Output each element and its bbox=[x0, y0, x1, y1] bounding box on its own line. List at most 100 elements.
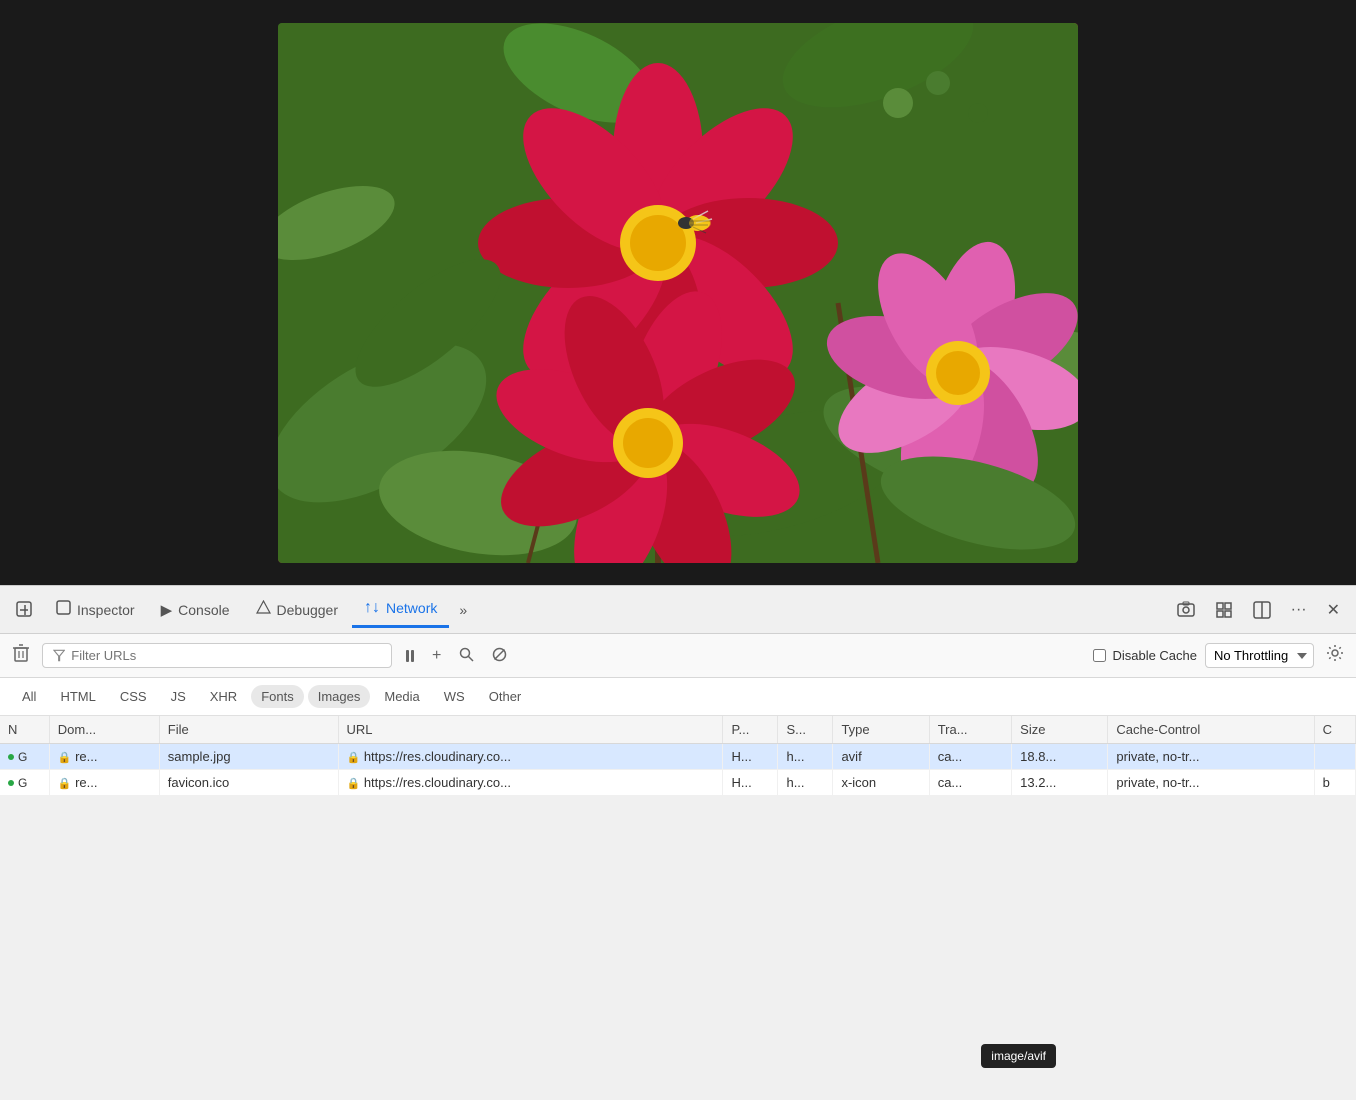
filter-images[interactable]: Images bbox=[308, 685, 371, 708]
screenshot-button[interactable] bbox=[1169, 595, 1203, 625]
status-dot bbox=[8, 754, 14, 760]
debugger-icon bbox=[256, 600, 271, 619]
col-file: File bbox=[159, 716, 338, 744]
filter-icon bbox=[53, 649, 65, 662]
row-domain: 🔒 re... bbox=[49, 744, 159, 770]
browser-viewport bbox=[0, 0, 1356, 585]
row-url: 🔒 https://res.cloudinary.co... bbox=[338, 744, 723, 770]
frame-button[interactable] bbox=[1207, 595, 1241, 625]
row-size: 18.8... bbox=[1012, 744, 1108, 770]
toolbar-right-controls: ··· ✕ bbox=[1169, 594, 1348, 626]
disable-cache-checkbox[interactable] bbox=[1093, 649, 1106, 662]
more-options-button[interactable]: ··· bbox=[1283, 595, 1315, 625]
filter-bar: + Disable Cache No Throttling Sl bbox=[0, 634, 1356, 678]
col-c: C bbox=[1314, 716, 1355, 744]
status-dot bbox=[8, 780, 14, 786]
more-tabs-button[interactable]: » bbox=[451, 596, 475, 624]
col-p: P... bbox=[723, 716, 778, 744]
row-cache-2: private, no-tr... bbox=[1108, 770, 1314, 796]
filter-css[interactable]: CSS bbox=[110, 685, 157, 708]
network-icon: ↑↓ bbox=[364, 599, 380, 617]
col-cache: Cache-Control bbox=[1108, 716, 1314, 744]
layout-button[interactable] bbox=[1245, 595, 1279, 625]
console-icon: ▶ bbox=[161, 601, 173, 619]
throttle-select[interactable]: No Throttling Slow 3G Fast 3G Offline bbox=[1205, 643, 1314, 668]
col-size: Size bbox=[1012, 716, 1108, 744]
filter-all[interactable]: All bbox=[12, 685, 46, 708]
disable-cache-label[interactable]: Disable Cache bbox=[1093, 648, 1197, 663]
filter-fonts[interactable]: Fonts bbox=[251, 685, 304, 708]
filter-other[interactable]: Other bbox=[479, 685, 532, 708]
filter-media[interactable]: Media bbox=[374, 685, 429, 708]
search-button[interactable] bbox=[453, 643, 480, 669]
row-p: H... bbox=[723, 744, 778, 770]
close-icon: ✕ bbox=[1327, 600, 1340, 620]
row-type-2: x-icon bbox=[833, 770, 929, 796]
row-cache: private, no-tr... bbox=[1108, 744, 1314, 770]
webpage-content bbox=[278, 23, 1078, 563]
devtools-panel: Inspector ▶ Console Debugger ↑↓ Network … bbox=[0, 585, 1356, 1100]
devtools-toolbar: Inspector ▶ Console Debugger ↑↓ Network … bbox=[0, 586, 1356, 634]
gear-icon bbox=[1326, 644, 1344, 662]
row-domain: 🔒 re... bbox=[49, 770, 159, 796]
clear-button[interactable] bbox=[8, 639, 34, 672]
block-button[interactable] bbox=[486, 643, 513, 669]
lock-icon: 🔒 bbox=[58, 752, 72, 764]
col-tra: Tra... bbox=[929, 716, 1011, 744]
disable-cache-text: Disable Cache bbox=[1112, 648, 1197, 663]
row-p-2: H... bbox=[723, 770, 778, 796]
row-file: sample.jpg bbox=[159, 744, 338, 770]
console-label: Console bbox=[178, 602, 229, 618]
row-type: avif bbox=[833, 744, 929, 770]
tab-debugger[interactable]: Debugger bbox=[244, 592, 351, 627]
row-s: h... bbox=[778, 744, 833, 770]
tab-console[interactable]: ▶ Console bbox=[149, 593, 242, 627]
filter-ws[interactable]: WS bbox=[434, 685, 475, 708]
pause-icon bbox=[406, 650, 414, 662]
inspect-element-button[interactable] bbox=[8, 595, 42, 625]
type-filter-row: All HTML CSS JS XHR Fonts Images Media W… bbox=[0, 678, 1356, 716]
block-icon bbox=[492, 647, 507, 662]
filter-input[interactable] bbox=[71, 648, 381, 663]
table-row[interactable]: G 🔒 re... favicon.ico 🔒 https://res.clou… bbox=[0, 770, 1356, 796]
row-c-2: b bbox=[1314, 770, 1355, 796]
filter-input-wrap[interactable] bbox=[42, 643, 392, 668]
network-label: Network bbox=[386, 600, 437, 616]
table-row[interactable]: G 🔒 re... sample.jpg 🔒 https://res.cloud… bbox=[0, 744, 1356, 770]
row-status: G bbox=[0, 770, 49, 796]
row-file-2: favicon.ico bbox=[159, 770, 338, 796]
inspector-icon bbox=[56, 600, 71, 619]
row-s-2: h... bbox=[778, 770, 833, 796]
add-icon: + bbox=[432, 647, 441, 664]
inspector-label: Inspector bbox=[77, 602, 135, 618]
lock-icon-4: 🔒 bbox=[347, 778, 361, 790]
tab-inspector[interactable]: Inspector bbox=[44, 592, 147, 627]
row-tra-2: ca... bbox=[929, 770, 1011, 796]
settings-button[interactable] bbox=[1322, 640, 1348, 671]
table-header-row: N Dom... File URL P... S... Type Tra... … bbox=[0, 716, 1356, 744]
col-type: Type bbox=[833, 716, 929, 744]
network-table-wrap: N Dom... File URL P... S... Type Tra... … bbox=[0, 716, 1356, 1100]
more-options-icon: ··· bbox=[1291, 601, 1307, 619]
add-button[interactable]: + bbox=[426, 643, 447, 669]
network-table[interactable]: N Dom... File URL P... S... Type Tra... … bbox=[0, 716, 1356, 796]
mime-type-tooltip: image/avif bbox=[981, 1044, 1056, 1068]
row-status: G bbox=[0, 744, 49, 770]
row-tra: ca... bbox=[929, 744, 1011, 770]
row-size-2: 13.2... bbox=[1012, 770, 1108, 796]
col-status: N bbox=[0, 716, 49, 744]
filter-js[interactable]: JS bbox=[161, 685, 196, 708]
close-button[interactable]: ✕ bbox=[1319, 594, 1348, 626]
row-url-2: 🔒 https://res.cloudinary.co... bbox=[338, 770, 723, 796]
pause-button[interactable] bbox=[400, 646, 420, 666]
filter-controls: + bbox=[400, 643, 513, 669]
lock-icon-3: 🔒 bbox=[58, 778, 72, 790]
search-icon bbox=[459, 647, 474, 662]
debugger-label: Debugger bbox=[277, 602, 339, 618]
row-c bbox=[1314, 744, 1355, 770]
lock-icon-2: 🔒 bbox=[347, 752, 361, 764]
filter-xhr[interactable]: XHR bbox=[200, 685, 247, 708]
filter-html[interactable]: HTML bbox=[50, 685, 105, 708]
tab-network[interactable]: ↑↓ Network bbox=[352, 591, 449, 628]
more-tabs-icon: » bbox=[459, 602, 467, 618]
